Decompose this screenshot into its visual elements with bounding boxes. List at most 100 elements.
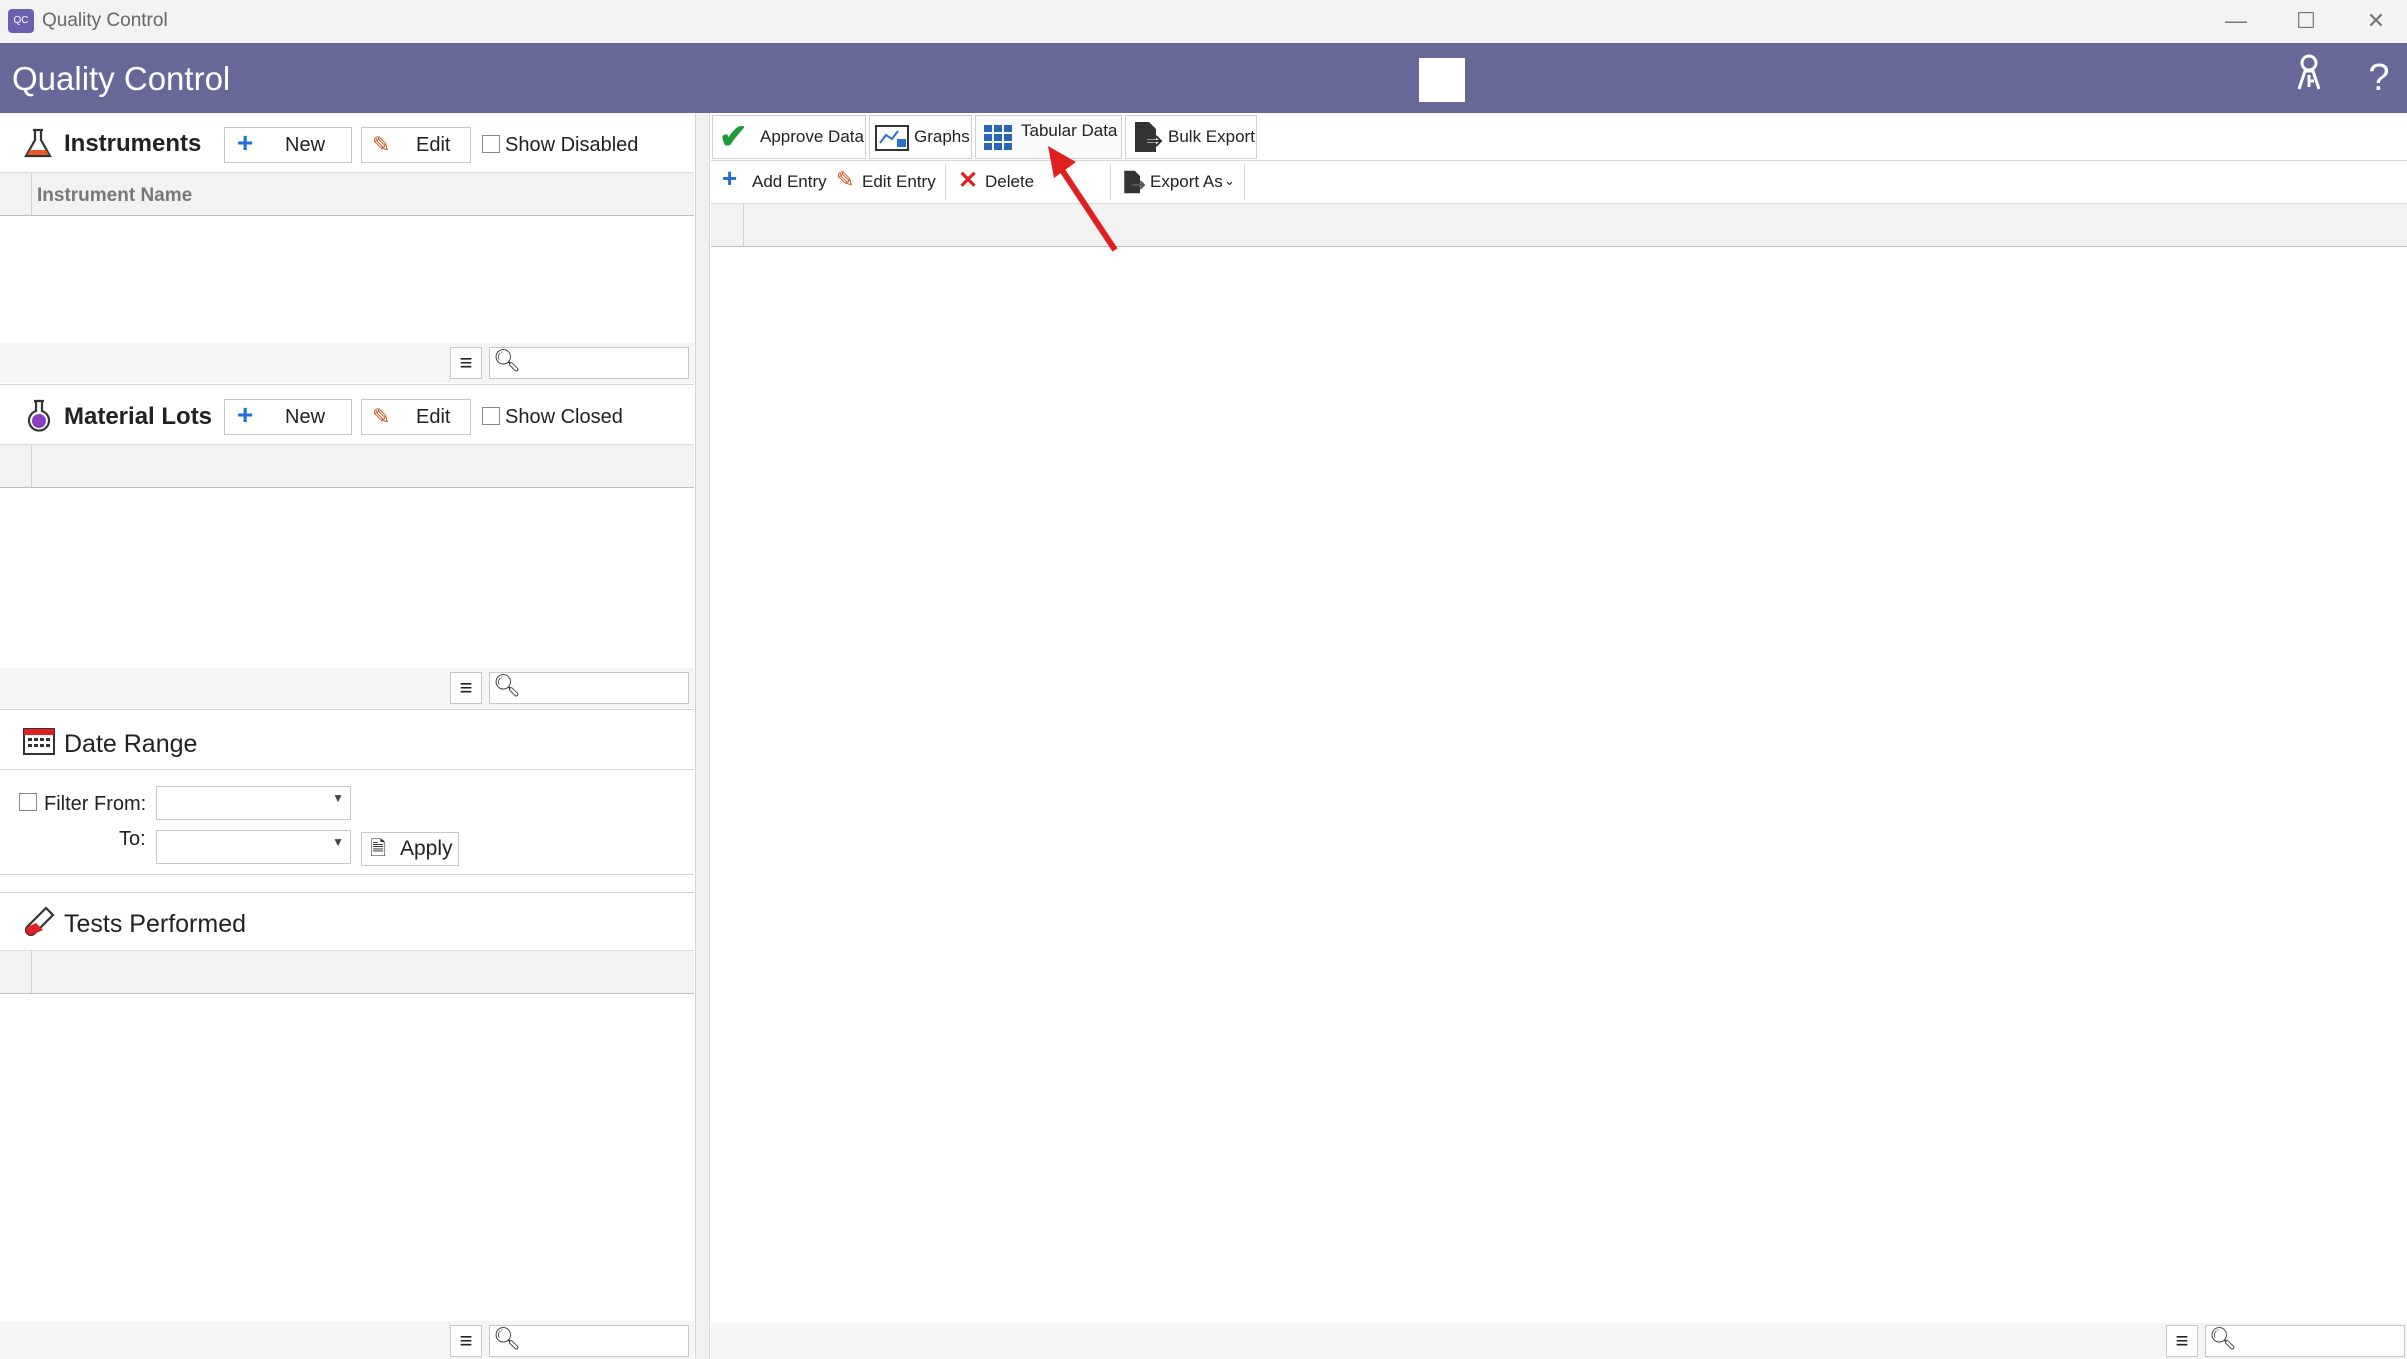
- date-range-section-header: Date Range: [0, 712, 694, 770]
- search-icon: 🔍︎: [2209, 1326, 2237, 1351]
- material-lots-title: Material Lots: [64, 403, 213, 430]
- tab-bulk-export[interactable]: Bulk Export: [1125, 115, 1257, 159]
- close-button[interactable]: ✕: [2352, 6, 2400, 36]
- apply-button[interactable]: 🗎 Apply: [361, 832, 459, 866]
- window-title: Quality Control: [42, 10, 168, 31]
- material-lots-section-header: Material Lots + New ✎ Edit Show Closed: [0, 387, 694, 445]
- help-icon[interactable]: ?: [2354, 53, 2404, 103]
- divider: [711, 160, 2407, 161]
- show-disabled-label: Show Disabled: [505, 134, 639, 156]
- app-icon: QC: [8, 9, 34, 33]
- show-closed-checkbox[interactable]: [482, 407, 500, 425]
- maximize-button[interactable]: ☐: [2282, 6, 2330, 36]
- from-date-picker[interactable]: ▼: [156, 786, 351, 820]
- search-icon: 🔍︎: [493, 673, 521, 698]
- chevron-down-icon: ⌄: [1224, 173, 1235, 188]
- edit-instrument-button[interactable]: ✎ Edit: [361, 127, 471, 163]
- show-disabled-checkbox[interactable]: [482, 135, 500, 153]
- edit-material-lot-button[interactable]: ✎ Edit: [361, 399, 471, 435]
- new-material-lot-button[interactable]: + New: [224, 399, 352, 435]
- instruments-title: Instruments: [64, 130, 202, 157]
- app-header: Quality Control ?: [0, 43, 2407, 113]
- new-instrument-button[interactable]: + New: [224, 127, 352, 163]
- tests-performed-search-input[interactable]: 🔍︎: [489, 1325, 689, 1357]
- to-label: To:: [119, 828, 146, 850]
- grid-corner: [0, 951, 32, 993]
- search-icon: 🔍︎: [493, 348, 521, 373]
- tab-graphs[interactable]: Graphs: [869, 115, 972, 159]
- filter-from-label: Filter From:: [44, 793, 147, 815]
- header-placeholder-square: [1419, 58, 1465, 102]
- chevron-down-icon: ▼: [332, 791, 344, 805]
- export-as-dropdown[interactable]: Export As ⌄: [1120, 167, 1240, 197]
- plus-icon: +: [722, 163, 738, 193]
- pencil-icon: ✎: [836, 167, 855, 192]
- material-lots-grid-footer: ≡ 🔍︎: [0, 668, 694, 708]
- page-title: Quality Control: [12, 60, 231, 97]
- divider: [0, 709, 694, 710]
- plus-icon: +: [237, 127, 254, 158]
- tab-label: Approve Data: [760, 127, 864, 146]
- tests-performed-grid-header: [0, 950, 694, 994]
- toolbar-separator: [1244, 164, 1245, 200]
- grid-menu-icon[interactable]: ≡: [450, 347, 482, 379]
- filter-from-checkbox[interactable]: [19, 793, 37, 811]
- edit-entry-button[interactable]: ✎ Edit Entry: [834, 167, 944, 197]
- grid-menu-icon[interactable]: ≡: [450, 672, 482, 704]
- show-closed-label: Show Closed: [505, 406, 623, 428]
- material-lots-search-input[interactable]: 🔍︎: [489, 672, 689, 704]
- edit-entry-label: Edit Entry: [862, 172, 936, 191]
- search-icon: 🔍︎: [493, 1326, 521, 1351]
- tests-performed-section-header: Tests Performed: [0, 893, 694, 951]
- tests-performed-title: Tests Performed: [64, 910, 247, 938]
- user-keys-icon[interactable]: [2284, 53, 2334, 103]
- instrument-name-column-header[interactable]: Instrument Name: [37, 185, 192, 207]
- divider: [0, 874, 694, 875]
- new-button-label: New: [285, 134, 326, 156]
- pencil-icon: ✎: [372, 404, 391, 429]
- tabular-data-search-input[interactable]: 🔍︎: [2205, 1325, 2405, 1357]
- annotation-arrow: [1048, 146, 1118, 252]
- delete-x-icon: ✕: [958, 167, 979, 194]
- tab-label: Graphs: [914, 127, 970, 146]
- tab-approve-data[interactable]: ✔ Approve Data: [712, 115, 866, 159]
- export-document-icon: [1122, 170, 1146, 204]
- divider: [0, 769, 694, 770]
- new-button-label: New: [285, 406, 326, 428]
- minimize-button[interactable]: —: [2212, 6, 2260, 36]
- instruments-search-input[interactable]: 🔍︎: [489, 347, 689, 379]
- grid-menu-icon[interactable]: ≡: [450, 1325, 482, 1357]
- tab-label: Bulk Export: [1168, 127, 1255, 146]
- add-entry-button[interactable]: + Add Entry: [720, 163, 828, 197]
- checkmark-icon: ✔: [719, 118, 748, 156]
- toolbar-separator: [945, 164, 946, 200]
- grid-corner: [0, 445, 32, 487]
- material-lots-grid-header: [0, 444, 694, 488]
- edit-button-label: Edit: [416, 134, 451, 156]
- tabular-data-grid-footer: ≡ 🔍︎: [711, 1323, 2407, 1359]
- apply-filter-icon: 🗎: [370, 838, 387, 860]
- export-as-label: Export As: [1150, 172, 1223, 191]
- window-title-bar: QC Quality Control — ☐ ✕: [0, 0, 2407, 43]
- plus-icon: +: [237, 399, 254, 430]
- tabular-data-grid-header: [711, 203, 2407, 247]
- edit-button-label: Edit: [416, 406, 451, 428]
- calendar-icon: [22, 724, 56, 761]
- grid-menu-icon[interactable]: ≡: [2166, 1325, 2198, 1357]
- divider: [0, 384, 694, 385]
- instruments-grid-header: Instrument Name: [0, 172, 694, 216]
- instruments-section-header: Instruments + New ✎ Edit Show Disabled: [0, 115, 694, 173]
- beaker-icon: [24, 399, 54, 438]
- to-date-picker[interactable]: ▼: [156, 830, 351, 864]
- flask-icon: [22, 127, 54, 164]
- pencil-icon: ✎: [372, 132, 391, 157]
- export-document-icon: [1132, 121, 1165, 169]
- grid-corner: [0, 173, 32, 215]
- chevron-down-icon: ▼: [332, 835, 344, 849]
- tests-performed-grid-footer: ≡ 🔍︎: [0, 1321, 694, 1359]
- date-range-title: Date Range: [64, 730, 198, 758]
- instruments-grid-footer: ≡ 🔍︎: [0, 343, 694, 383]
- pane-splitter[interactable]: [695, 113, 710, 1359]
- grid-corner: [711, 204, 744, 246]
- test-tube-icon: [22, 905, 56, 944]
